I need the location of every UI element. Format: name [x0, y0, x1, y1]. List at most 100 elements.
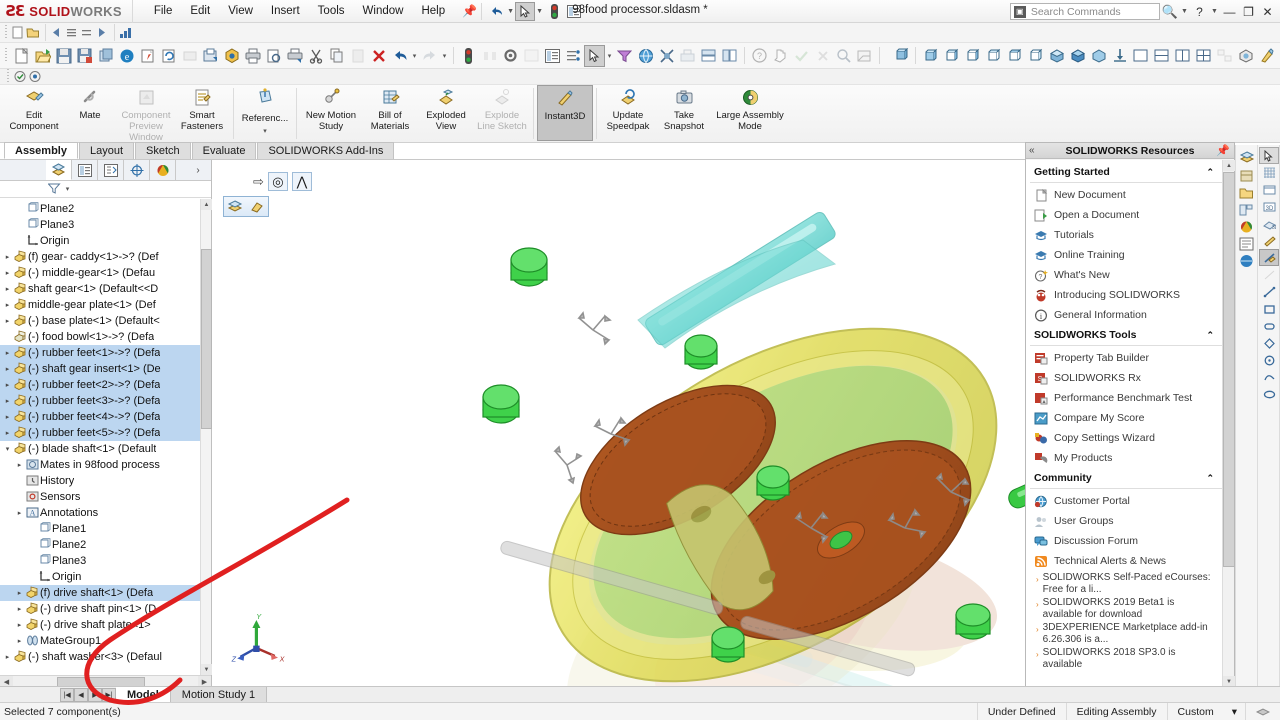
new-icon[interactable] [11, 45, 32, 67]
chevron-up-icon[interactable]: ⌃ [1206, 167, 1214, 178]
options-icon[interactable] [564, 2, 584, 21]
list2-small-icon[interactable] [80, 26, 95, 40]
pointer-hand-icon[interactable] [770, 45, 791, 67]
apply-scene-icon[interactable] [1256, 45, 1277, 67]
tree-node[interactable]: Plane2 [0, 201, 211, 217]
task-pane-section-header[interactable]: Getting Started ⌃ [1030, 162, 1222, 183]
print-icon[interactable] [242, 45, 263, 67]
task-pane-item[interactable]: ? What's New [1030, 265, 1222, 285]
paste-icon[interactable] [347, 45, 368, 67]
rebuild-status-icon[interactable] [544, 2, 564, 21]
scroll-thumb[interactable] [201, 249, 212, 429]
heads-up-view-toolbar[interactable]: ⇨ ◎ ⋀ [253, 172, 312, 191]
display-style-icon[interactable] [854, 45, 875, 67]
circle-rail-icon[interactable] [1259, 351, 1279, 368]
tree-expand-icon[interactable]: ▸ [2, 429, 13, 437]
toolbar-grip[interactable] [4, 25, 9, 40]
print-preview2-icon[interactable] [263, 45, 284, 67]
tab-evaluate[interactable]: Evaluate [191, 142, 257, 159]
print-setup-icon[interactable] [284, 45, 305, 67]
cm-edit-component[interactable]: Edit Component [6, 85, 62, 141]
cancel-icon[interactable] [812, 45, 833, 67]
tree-expand-icon[interactable]: ▸ [14, 589, 25, 597]
cm-component-preview-window[interactable]: Component Preview Window [118, 85, 174, 143]
view-trimetric-icon[interactable] [1067, 45, 1088, 67]
tree-node[interactable]: Plane3 [0, 553, 211, 569]
pin-icon[interactable]: 📌 [462, 4, 477, 18]
reload-doc-icon[interactable] [158, 45, 179, 67]
filter-icon[interactable] [614, 45, 635, 67]
tree-node[interactable]: Origin [0, 569, 211, 585]
tab-model[interactable]: Model [116, 686, 171, 703]
task-pane-item[interactable]: Technical Alerts & News [1030, 551, 1222, 571]
feature-tree-vscrollbar[interactable]: ▲ ▼ [200, 199, 212, 675]
gear-icon[interactable] [500, 45, 521, 67]
sketch-plane-rail-icon[interactable] [1259, 181, 1279, 198]
tree-expand-icon[interactable]: ▸ [2, 349, 13, 357]
line-rail-icon[interactable] [1259, 283, 1279, 300]
list-small-icon[interactable] [65, 26, 80, 40]
open-small-icon[interactable] [26, 26, 41, 40]
nav-prev-icon[interactable]: ◀ [74, 687, 88, 702]
dimxpert-manager-tab[interactable] [124, 160, 150, 180]
copy-icon[interactable] [326, 45, 347, 67]
tile-vertical-icon[interactable] [719, 45, 740, 67]
slot-rail-icon[interactable] [1259, 317, 1279, 334]
pack-and-go-icon[interactable] [95, 45, 116, 67]
task-pane-item[interactable]: Customer Portal [1030, 491, 1222, 511]
display-manager-tab[interactable] [150, 160, 176, 180]
mirror-icon[interactable] [479, 45, 500, 67]
status-units-dropdown-icon[interactable]: ▾ [1224, 703, 1245, 720]
tree-node[interactable]: ▸ (f) drive shaft<1> (Defa [0, 585, 211, 601]
view-orientation-icon[interactable] [890, 45, 911, 67]
tree-node[interactable]: Plane3 [0, 217, 211, 233]
feature-tree-tab[interactable] [46, 160, 72, 180]
task-pane-item[interactable]: Copy Settings Wizard [1030, 428, 1222, 448]
task-pane-item[interactable]: S SOLIDWORKS Rx [1030, 368, 1222, 388]
forward-small-icon[interactable] [95, 26, 110, 40]
design-library-rail-icon[interactable] [1237, 167, 1257, 184]
view-left-icon[interactable] [962, 45, 983, 67]
expand-panel-button[interactable]: › [185, 160, 211, 180]
cm-strip-icon-1[interactable] [13, 70, 28, 84]
menu-item-window[interactable]: Window [354, 2, 413, 20]
3d-sketch-plane-rail-icon[interactable]: 3D [1259, 215, 1279, 232]
tree-node[interactable]: ▸ (-) base plate<1> (Default< [0, 313, 211, 329]
tree-expand-icon[interactable]: ▸ [2, 301, 13, 309]
chevron-up-icon[interactable]: ⌃ [1206, 330, 1214, 341]
task-pane-news-item[interactable]: › SOLIDWORKS 2019 Beta1 is available for … [1030, 596, 1222, 621]
graphics-area[interactable]: ◧ ◨ — ❐ ✕ ⇨ ◎ ⋀ [213, 160, 1025, 688]
toolbar-grip[interactable] [4, 48, 9, 63]
task-pane-item[interactable]: Performance Benchmark Test [1030, 388, 1222, 408]
chev-double-left-icon[interactable]: « [1029, 145, 1035, 156]
select-tool-dropdown-icon[interactable]: ▾ [605, 52, 614, 60]
two-view-horizontal-icon[interactable] [1151, 45, 1172, 67]
back-small-icon[interactable] [50, 26, 65, 40]
toolbar-grip[interactable] [6, 69, 11, 84]
redo-dropdown-icon[interactable]: ▾ [440, 52, 449, 60]
tree-node[interactable]: ▸ (-) middle-gear<1> (Defau [0, 265, 211, 281]
task-pane-item[interactable]: New Document [1030, 185, 1222, 205]
status-units[interactable]: Custom [1166, 702, 1224, 720]
3dexperience-rail-icon[interactable] [1237, 252, 1257, 269]
settings-list-icon[interactable] [563, 45, 584, 67]
menu-item-edit[interactable]: Edit [181, 2, 219, 20]
cm-smart-fasteners[interactable]: Smart Fasteners [174, 85, 230, 141]
rebuild-status-toolbar-icon[interactable] [458, 45, 479, 67]
tree-node[interactable]: (-) food bowl<1>->? (Defa [0, 329, 211, 345]
assembly-3d-model[interactable] [443, 210, 1025, 688]
tree-node[interactable]: ▸ (-) rubber feet<2>->? (Defa [0, 377, 211, 393]
view-bottom-icon[interactable] [1025, 45, 1046, 67]
tree-node[interactable]: ▸ (-) rubber feet<1>->? (Defa [0, 345, 211, 361]
tab-motion-study-1[interactable]: Motion Study 1 [170, 686, 268, 703]
select-dropdown-icon[interactable]: ▼ [535, 8, 544, 15]
customize-icon[interactable] [521, 45, 542, 67]
section-view-icon[interactable]: ◎ [267, 172, 288, 191]
scroll-down-arrow[interactable]: ▼ [201, 664, 212, 675]
select-tool-icon[interactable] [584, 44, 605, 67]
tree-node[interactable]: ▸ (f) gear- caddy<1>->? (Def [0, 249, 211, 265]
tree-expand-icon[interactable]: ▸ [14, 621, 25, 629]
tree-node[interactable]: ▸ (-) shaft washer<3> (Defaul [0, 649, 211, 665]
cm-explode-line-sketch[interactable]: Explode Line Sketch [474, 85, 530, 141]
component-properties-icon[interactable] [246, 197, 268, 216]
